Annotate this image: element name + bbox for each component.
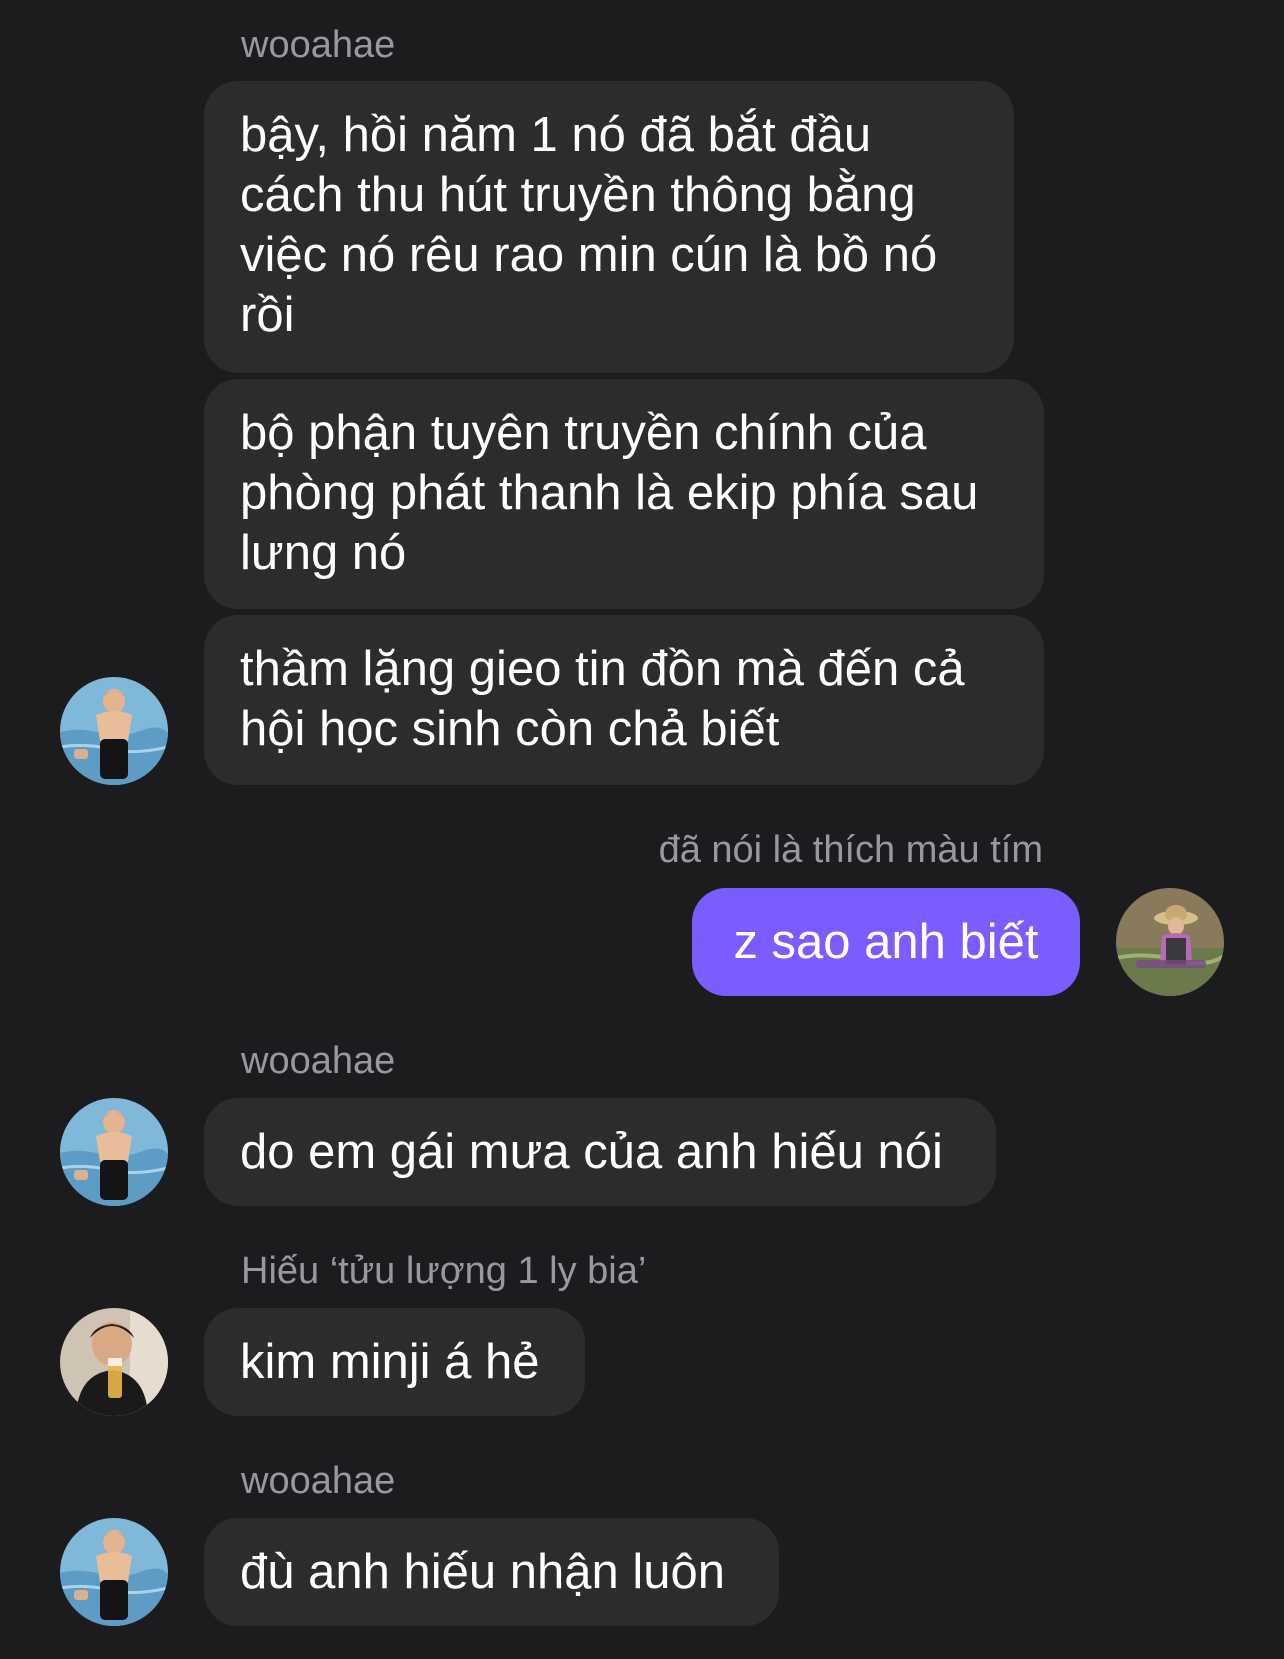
message-text: bộ phận tuyên truyền chính của phòng phá…: [240, 406, 979, 580]
avatar-me[interactable]: [1116, 888, 1224, 996]
sender-name: wooahae: [241, 24, 396, 66]
swimmer-photo-icon: [60, 1518, 168, 1626]
message-text: z sao anh biết: [733, 915, 1039, 969]
avatar-wooahae[interactable]: [60, 1098, 168, 1206]
message-text: thầm lặng gieo tin đồn mà đến cả hội học…: [240, 642, 965, 756]
field-worker-photo-icon: [1116, 888, 1224, 996]
swimmer-photo-icon: [60, 677, 168, 785]
message-bubble[interactable]: kim minji á hẻ: [204, 1308, 585, 1416]
message-bubble[interactable]: bộ phận tuyên truyền chính của phòng phá…: [204, 379, 1044, 609]
message-text: do em gái mưa của anh hiếu nói: [240, 1125, 943, 1179]
reply-context: đã nói là thích màu tím: [658, 829, 1043, 871]
avatar-wooahae[interactable]: [60, 1518, 168, 1626]
message-text: bậy, hồi năm 1 nó đã bắt đầu cách thu hú…: [240, 108, 938, 342]
sender-name: wooahae: [241, 1040, 396, 1082]
message-text: đù anh hiếu nhận luôn: [240, 1545, 725, 1599]
sender-name: wooahae: [241, 1460, 396, 1502]
drinking-photo-icon: [60, 1308, 168, 1416]
avatar-hieu[interactable]: [60, 1308, 168, 1416]
avatar-wooahae[interactable]: [60, 677, 168, 785]
message-bubble[interactable]: bậy, hồi năm 1 nó đã bắt đầu cách thu hú…: [204, 81, 1014, 373]
message-bubble[interactable]: do em gái mưa của anh hiếu nói: [204, 1098, 996, 1206]
message-bubble[interactable]: thầm lặng gieo tin đồn mà đến cả hội học…: [204, 615, 1044, 785]
swimmer-photo-icon: [60, 1098, 168, 1206]
message-text: kim minji á hẻ: [240, 1335, 540, 1389]
message-bubble[interactable]: đù anh hiếu nhận luôn: [204, 1518, 779, 1626]
message-bubble-outgoing[interactable]: z sao anh biết: [692, 888, 1080, 996]
sender-name: Hiếu ‘tửu lượng 1 ly bia’: [241, 1250, 647, 1292]
